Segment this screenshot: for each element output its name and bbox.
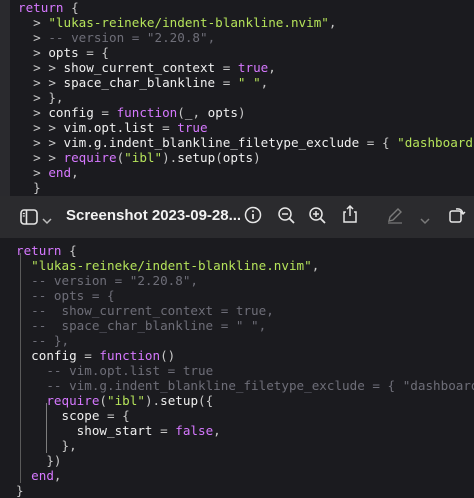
gutter	[0, 0, 10, 196]
top-code-line: > -- version = "2.20.8",	[18, 30, 216, 45]
bottom-code-line: "lukas-reineke/indent-blankline.nvim",	[31, 258, 320, 273]
bottom-code-line: scope = {	[61, 408, 130, 423]
bottom-code-line: -- vim.g.indent_blankline_filetype_exclu…	[46, 378, 474, 393]
top-code-line: > > show_current_context = true,	[18, 60, 276, 75]
bottom-code-line: },	[16, 438, 77, 453]
bottom-code-line: config = function()	[31, 348, 176, 363]
markup-pen-icon[interactable]	[386, 206, 404, 229]
top-code-line: > > vim.g.indent_blankline_filetype_excl…	[18, 135, 474, 150]
top-code-line: > > space_char_blankline = " ",	[18, 75, 269, 90]
top-code-line: > > require("ibl").setup(opts)	[18, 150, 261, 165]
sidebar-toggle-icon[interactable]	[20, 209, 38, 230]
zoom-in-icon[interactable]	[308, 206, 327, 230]
zoom-out-icon[interactable]	[277, 206, 296, 230]
top-code-line: > > vim.opt.list = true	[18, 120, 208, 135]
rotate-icon[interactable]	[448, 206, 466, 229]
top-code-line: > "lukas-reineke/indent-blankline.nvim",	[18, 15, 337, 30]
top-editor-pane[interactable]: return { > "lukas-reineke/indent-blankli…	[0, 0, 474, 196]
bottom-code-line: -- version = "2.20.8",	[31, 273, 198, 288]
bottom-code-line: -- vim.opt.list = true	[46, 363, 214, 378]
top-code-line: return {	[18, 0, 79, 15]
top-code-line: > end,	[18, 165, 79, 180]
top-code-line: > opts = {	[18, 45, 110, 60]
top-code-line: }	[18, 180, 41, 195]
bottom-editor-pane[interactable]: return { "lukas-reineke/indent-blankline…	[0, 238, 474, 498]
bottom-code-line: require("ibl").setup({	[46, 393, 214, 408]
bottom-code-line: -- show_current_context = true,	[31, 303, 274, 318]
bottom-code-line: })	[16, 453, 62, 468]
markup-chevron-down-icon[interactable]	[420, 212, 430, 230]
info-icon[interactable]	[244, 206, 262, 229]
bottom-code-line: return {	[16, 243, 77, 258]
bottom-code-line: show_start = false,	[76, 423, 221, 438]
chevron-down-icon[interactable]	[42, 212, 52, 230]
bottom-code-line: -- space_char_blankline = " ",	[31, 318, 267, 333]
preview-toolbar: Screenshot 2023-09-28...	[0, 196, 474, 239]
bottom-code-line: -- },	[31, 333, 70, 348]
bottom-code-line: -- opts = {	[31, 288, 115, 303]
top-code-line: > config = function(_, opts)	[18, 105, 246, 120]
bottom-code-line: }	[16, 483, 24, 498]
bottom-code-line: end,	[31, 468, 62, 483]
top-code-line: > },	[18, 90, 64, 105]
share-icon[interactable]	[342, 204, 358, 229]
document-title: Screenshot 2023-09-28...	[66, 207, 242, 224]
